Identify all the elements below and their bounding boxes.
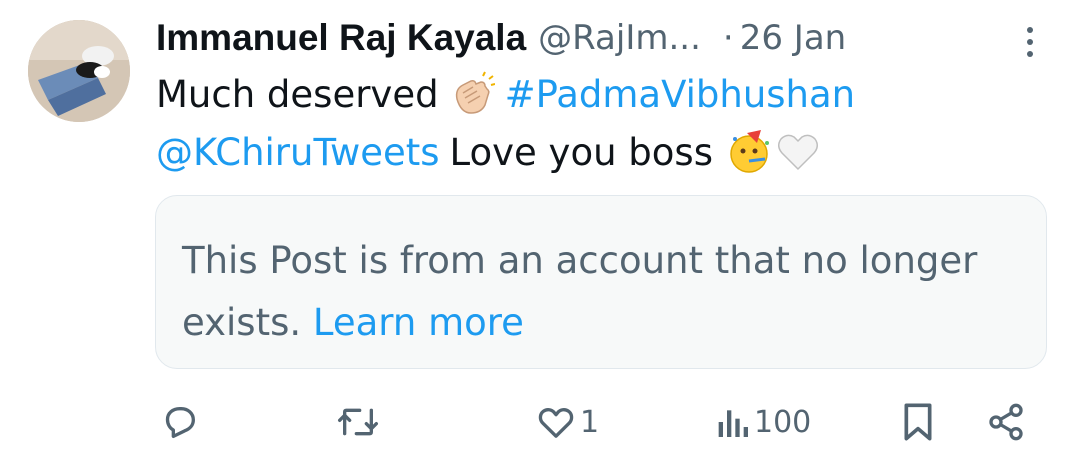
heart-icon	[536, 402, 576, 442]
views-count: 100	[754, 404, 812, 440]
like-count: 1	[580, 404, 600, 440]
repost-icon	[336, 402, 380, 442]
partying-face-icon	[727, 129, 773, 175]
post-text-part2: Love you boss	[449, 130, 713, 174]
notice-message: This Post is from an account that no lon…	[182, 239, 978, 344]
avatar[interactable]	[28, 20, 130, 122]
unavailable-post-notice: This Post is from an account that no lon…	[155, 195, 1047, 369]
author-name[interactable]: Immanuel Raj Kayala	[156, 17, 526, 59]
reply-button[interactable]	[160, 394, 200, 450]
more-vertical-icon[interactable]	[1020, 22, 1040, 62]
reply-icon	[160, 402, 200, 442]
post-time[interactable]: 26 Jan	[740, 18, 846, 58]
repost-button[interactable]	[336, 394, 380, 450]
post-text-part1: Much deserved	[156, 72, 439, 116]
like-button[interactable]: 1	[536, 394, 599, 450]
action-bar: 1 100	[0, 394, 1080, 450]
share-button[interactable]	[986, 394, 1026, 450]
author-handle[interactable]: @RajIm...	[538, 18, 701, 58]
post-text-line-1: Much deserved #PadmaVibhushan	[156, 66, 855, 122]
clapping-hands-icon	[449, 71, 495, 117]
post-text-line-2: @KChiruTweets Love you boss	[156, 124, 821, 180]
white-heart-icon	[775, 129, 821, 175]
views-icon	[714, 402, 750, 442]
post-header: Immanuel Raj Kayala @RajIm... · 26 Jan	[156, 10, 846, 66]
separator-dot: ·	[722, 18, 734, 58]
views-button[interactable]: 100	[714, 394, 811, 450]
bookmark-button[interactable]	[900, 394, 936, 450]
hashtag-link[interactable]: #PadmaVibhushan	[505, 73, 856, 116]
learn-more-link[interactable]: Learn more	[313, 301, 524, 344]
bookmark-icon	[900, 402, 936, 442]
share-icon	[986, 402, 1026, 442]
notice-text: This Post is from an account that no lon…	[182, 230, 982, 354]
mention-link[interactable]: @KChiruTweets	[156, 131, 440, 174]
